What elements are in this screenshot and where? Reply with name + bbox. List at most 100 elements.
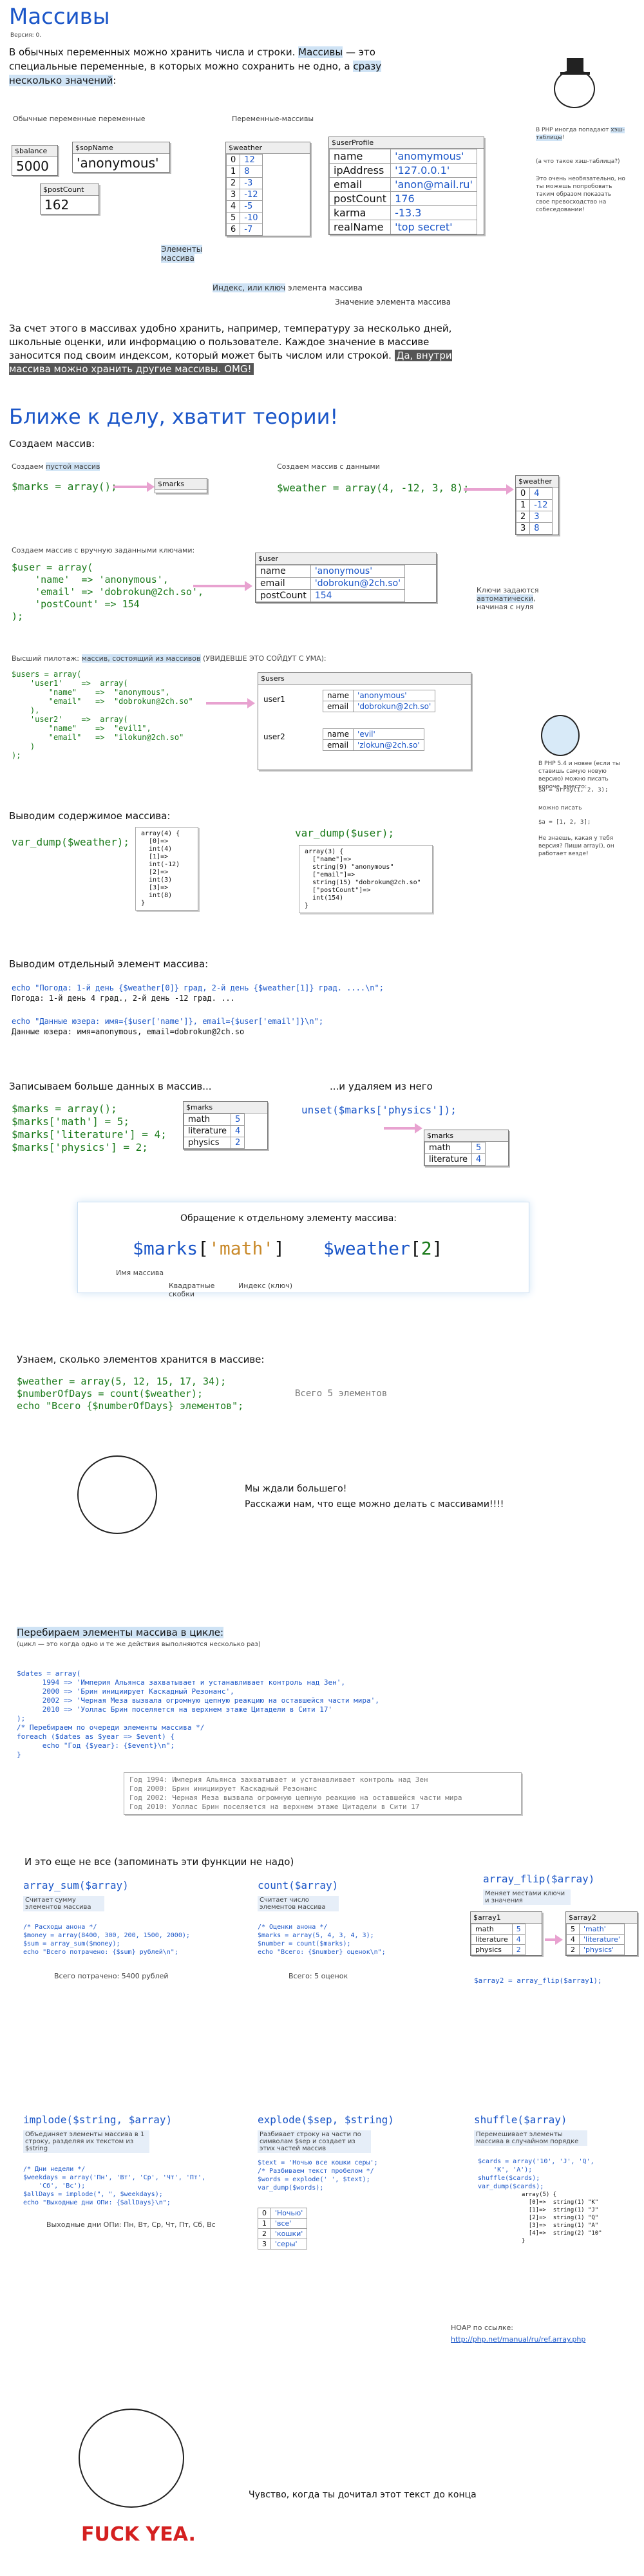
single-out1: Погода: 1-й день 4 град., 2-й день -12 г… [12, 994, 235, 1003]
loop-code: $dates = array( 1994 => 'Империя Альянса… [17, 1669, 379, 1759]
key-cell: email [322, 739, 354, 751]
tophat-image [567, 58, 583, 73]
tophat-brim [560, 72, 590, 75]
flip-array1-box: $array1 math 5 literature 4 physics 2 [470, 1911, 542, 1956]
php-manual-link[interactable]: http://php.net/manual/ru/ref.array.php [451, 2335, 585, 2344]
table-row: email'zlokun@2ch.so' [322, 739, 424, 751]
func-count-code: /* Оценки анона */ $marks = array(5, 4, … [258, 1924, 386, 1956]
value-cell: 'math' [579, 1924, 625, 1935]
access-example-1: $marks['math'] [133, 1238, 285, 1259]
value-cell: 'anonymous' [310, 565, 406, 578]
table-row: email'dobrokun@2ch.so' [256, 577, 406, 590]
unset-code: unset($marks['physics']); [301, 1104, 457, 1116]
side-note-hashtables: В PHP иногда попадают хэш-таблицы! [536, 127, 625, 141]
func-explode-title: explode($sep, $string) [258, 2114, 394, 2126]
table-row: math 5 [424, 1142, 486, 1154]
func-array-flip-title: array_flip($array) [483, 1873, 595, 1885]
user-box: $user name'anonymous' email'dobrokun@2ch.… [255, 553, 437, 603]
table-row: math 5 [471, 1924, 526, 1935]
side-note-tip: Это очень необязательно, но ты можешь по… [536, 176, 625, 213]
create-heading: Создаем массив: [9, 438, 95, 450]
value-cell: 'physics' [579, 1944, 625, 1955]
table-row: physics 2 [471, 1944, 526, 1955]
label-array-name: Имя массива [116, 1269, 164, 1277]
value-cell: 'dobrokun@2ch.so' [353, 701, 436, 712]
section-title: Ближе к делу, хватит теории! [9, 404, 339, 429]
value-cell: 4 [529, 488, 553, 500]
key-cell: name [256, 565, 311, 578]
key-cell: name [322, 690, 354, 701]
vardump-weather-output: array(4) { [0]=> int(4) [1]=> int(-12) [… [135, 827, 198, 911]
table-row: 1 -12 [515, 499, 553, 511]
count-code: $weather = array(5, 12, 15, 17, 34); $nu… [17, 1376, 244, 1412]
vardump-user-output: array(3) { ["name"]=> string(9) "anonymo… [299, 845, 433, 913]
php54-code2: $a = [1, 2, 3]; [538, 819, 591, 826]
loop-heading: Перебираем элементы массива в цикле: [17, 1627, 224, 1638]
value-cell: 2 [231, 1137, 245, 1149]
value-cell: 4 [471, 1153, 486, 1166]
func-shuffle-title: shuffle($array) [474, 2114, 567, 2126]
table-row: 4'literature' [566, 1934, 625, 1945]
key-cell: 3 [515, 522, 531, 535]
arrowhead [415, 1123, 422, 1133]
key-cell: 1 [258, 2218, 271, 2229]
marks-box: $marks math 5 literature 4 physics 2 [183, 1101, 268, 1150]
keys-auto-note: Ключи задаются автоматически, начиная с … [477, 586, 539, 611]
key-cell: email [322, 701, 354, 712]
table-row: realName'top secret' [328, 220, 477, 234]
arrowhead [506, 484, 514, 495]
key-cell: email [328, 177, 392, 192]
value-cell: -12 [529, 499, 553, 511]
more-label: НОАР по ссылке: [451, 2324, 513, 2332]
weather-table: 0 12 1 8 2 -3 3 -12 4 -5 5 -10 6 -7 [225, 154, 263, 236]
value-cell: 8 [240, 166, 263, 178]
simple-vars-label: Обычные переменные переменные [13, 115, 146, 123]
array-vars-label: Переменные-массивы [232, 115, 314, 123]
cereal-guy-image [77, 1455, 157, 1534]
page-title: Массивы [9, 4, 110, 30]
var-balance: $balance 5000 [12, 145, 58, 176]
weather-box: $weather 0 4 1 -12 2 3 3 8 [515, 475, 559, 535]
key-cell: name [322, 728, 354, 740]
php54-code1: $a = array(1, 2, 3); [538, 787, 609, 793]
table-row: karma -13.3 [328, 205, 477, 220]
key-cell: 1 [515, 499, 531, 511]
count-heading: Узнаем, сколько элементов хранится в мас… [17, 1354, 265, 1365]
key-cell: postCount [256, 589, 311, 602]
func-shuffle-desc: Перемешивает элементы массива в случайно… [474, 2130, 587, 2146]
var-sopname: $sopName 'anonymous' [72, 142, 170, 173]
arrow [206, 702, 249, 705]
func-array-sum-title: array_sum($array) [23, 1879, 129, 1891]
key-cell: 4 [225, 200, 241, 213]
table-row: 1'все' [258, 2218, 308, 2229]
weather-create-code: $weather = array(4, -12, 3, 8); [277, 482, 469, 494]
key-cell: 1 [225, 166, 241, 178]
key-cell: math [424, 1142, 473, 1154]
func-explode-desc: Разбивает строку на части по символам $s… [258, 2130, 371, 2153]
table-row: literature 4 [183, 1125, 245, 1137]
value-cell: 5 [231, 1113, 245, 1126]
table-row: 0 12 [225, 154, 263, 166]
table-row: ipAddress '127.0.0.1' [328, 163, 477, 178]
access-title: Обращение к отдельному элементу массива: [180, 1213, 397, 1224]
unset-heading: ...и удаляем из него [330, 1081, 433, 1092]
nested-code: $users = array( 'user1' => array( "name"… [12, 670, 193, 760]
func-implode-desc: Объединяет элементы массива в 1 строку, … [23, 2130, 149, 2153]
para-arrays-use: За счет этого в массивах удобно хранить,… [9, 323, 452, 375]
key-cell: 0 [258, 2208, 271, 2219]
value-cell: 4 [511, 1934, 526, 1945]
key-cell: name [328, 149, 392, 164]
key-cell: karma [328, 205, 392, 220]
anime-girl-image [541, 715, 580, 756]
key-cell: 2 [258, 2228, 271, 2239]
key-cell: math [183, 1113, 232, 1126]
key-cell: 3 [225, 189, 241, 201]
value-cell: 4 [231, 1125, 245, 1137]
table-row: literature 4 [471, 1934, 526, 1945]
final-text: Чувство, когда ты дочитал этот текст до … [249, 2490, 477, 2500]
empty-array-note: Создаем пустой массив [12, 462, 100, 471]
func-array-flip-desc: Меняет местами ключи и значения [483, 1889, 571, 1905]
value-cell: -7 [240, 223, 263, 236]
value-cell: 12 [240, 154, 263, 166]
php54-mid: можно писать [538, 805, 582, 811]
